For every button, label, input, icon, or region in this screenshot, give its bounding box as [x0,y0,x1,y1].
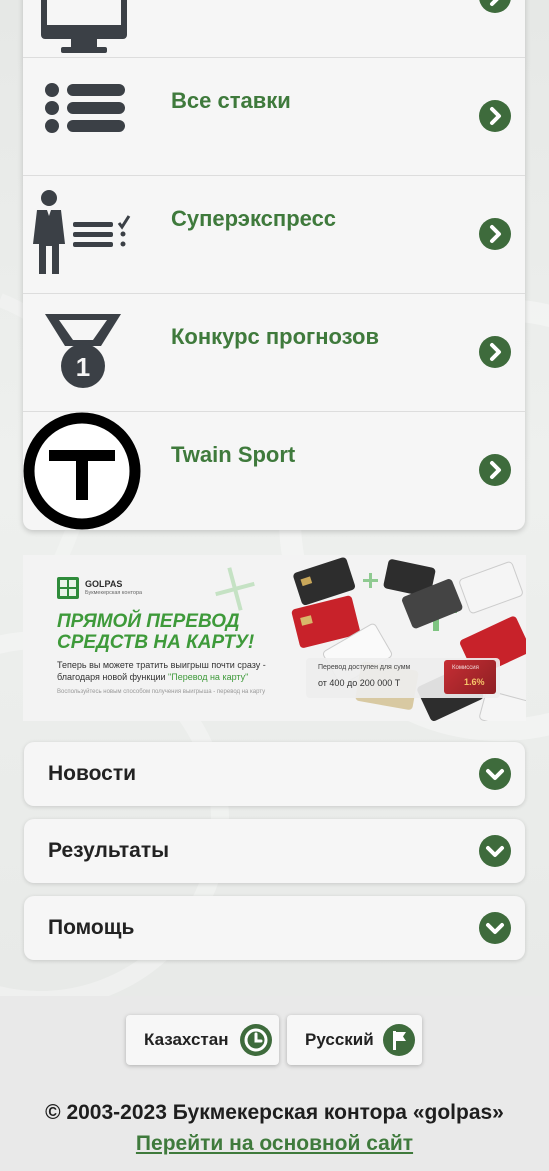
commission-label: Комиссия [452,665,479,671]
clock-icon [240,1024,272,1056]
chevron-right-circle-icon [479,218,511,250]
country-selector-button[interactable]: Казахстан [126,1015,279,1065]
menu-item-label: Twain Sport [171,442,296,467]
menu-item-monitor[interactable] [23,0,525,57]
chevron-right-circle-icon [479,100,511,132]
amount-title: Перевод доступен для сумм [318,664,411,671]
banner-brand-subtitle: Букмекерская контора [85,590,143,596]
menu-item-twain-sport[interactable]: Twain Sport [23,411,525,530]
promo-banner[interactable]: GOLPAS Букмекерская контора ПРЯМОЙ ПЕРЕВ… [23,555,526,721]
language-selector-button[interactable]: Русский [287,1015,422,1065]
banner-headline: ПРЯМОЙ ПЕРЕВОД СРЕДСТВ НА КАРТУ! [57,611,255,653]
svg-text:1: 1 [76,352,90,382]
medal-icon: 1 [45,314,121,388]
menu-item-label: Конкурс прогнозов [171,324,380,349]
language-label: Русский [305,1030,374,1049]
commission-value: 1.6% [464,677,485,687]
monitor-icon [41,0,127,53]
menu-card: Все ставки Суперэкспресс 1 Конкурс прогн… [23,0,525,530]
menu-item-all-bets[interactable]: Все ставки [23,57,525,175]
accordion-label: Результаты [48,839,170,862]
list-icon [45,83,125,133]
banner-body: Теперь вы можете тратить выигрыш почти с… [57,660,266,682]
commission-badge: Комиссия 1.6% [444,660,496,694]
banner-brand: GOLPAS [85,579,123,589]
chevron-right-circle-icon [479,454,511,486]
banner-small-text: Воспользуйтесь новым способом получения … [57,689,266,695]
chevron-right-circle-icon [479,0,511,13]
main-site-link[interactable]: Перейти на основной сайт [0,1132,549,1156]
footer: Казахстан Русский © 2003-2023 Букмекерск… [0,996,549,1171]
copyright-text: © 2003-2023 Букмекерская контора «golpas… [45,1101,504,1124]
menu-item-superexpress[interactable]: Суперэкспресс [23,175,525,293]
menu-item-label: Суперэкспресс [171,206,337,231]
menu-item-forecast-contest[interactable]: 1 Конкурс прогнозов [23,293,525,411]
country-label: Казахстан [144,1030,229,1049]
accordion-results[interactable]: Результаты [24,819,525,883]
transfer-amount-panel: Перевод доступен для сумм от 400 до 200 … [306,658,500,698]
twain-sport-logo-icon [23,412,141,530]
chevron-down-circle-icon [479,758,511,790]
chevron-down-circle-icon [479,912,511,944]
person-checklist-icon [33,190,131,274]
chevron-right-circle-icon [479,336,511,368]
menu-item-label: Все ставки [171,88,291,113]
chevron-down-circle-icon [479,835,511,867]
flag-icon [383,1024,415,1056]
golpas-logo [57,577,79,599]
accordion-label: Помощь [48,916,135,939]
accordion-help[interactable]: Помощь [24,896,525,960]
amount-range: от 400 до 200 000 Т [318,678,401,688]
accordion-label: Новости [48,762,137,785]
accordion-news[interactable]: Новости [24,742,525,806]
